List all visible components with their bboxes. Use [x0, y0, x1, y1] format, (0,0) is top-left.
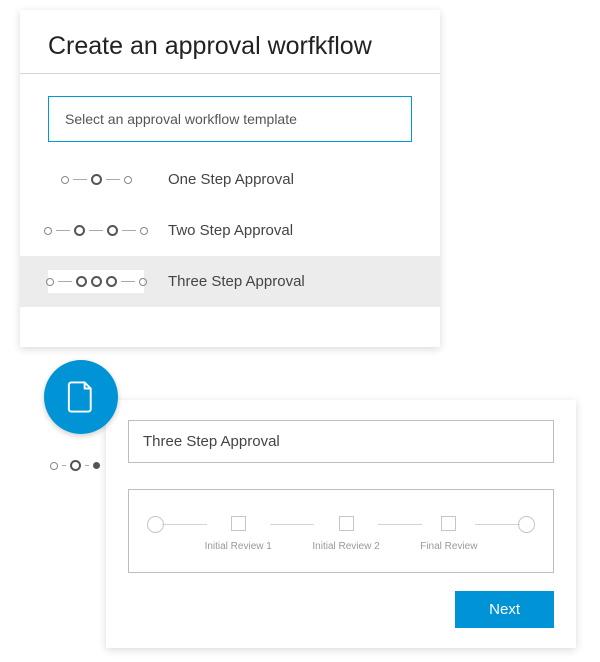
template-picker-card: Create an approval worfkflow Select an a… [20, 10, 440, 347]
one-step-icon [48, 168, 144, 191]
square-icon [441, 516, 456, 531]
workflow-step-label: Initial Review 1 [205, 541, 272, 552]
workflow-step-node: Initial Review 1 [205, 516, 272, 552]
square-icon [231, 516, 246, 531]
file-badge[interactable] [44, 360, 118, 434]
workflow-edge [270, 524, 315, 525]
file-icon [66, 380, 96, 414]
workflow-steps-diagram: Initial Review 1 Initial Review 2 Final … [128, 489, 554, 573]
workflow-edge [162, 524, 207, 525]
square-icon [339, 516, 354, 531]
template-select[interactable]: Select an approval workflow template [48, 96, 412, 142]
workflow-step-node: Initial Review 2 [312, 516, 379, 552]
workflow-edge [378, 524, 423, 525]
circle-icon [518, 516, 535, 533]
workflow-step-label: Initial Review 2 [312, 541, 379, 552]
workflow-step-node: Final Review [420, 516, 477, 552]
template-option-two-step[interactable]: Two Step Approval [20, 205, 440, 256]
template-option-label: Two Step Approval [168, 222, 293, 239]
template-option-label: One Step Approval [168, 171, 294, 188]
template-option-three-step[interactable]: Three Step Approval [20, 256, 440, 307]
workflow-detail-card: Initial Review 1 Initial Review 2 Final … [106, 400, 576, 648]
workflow-title-input[interactable] [128, 420, 554, 463]
three-step-icon [48, 270, 144, 293]
next-button[interactable]: Next [455, 591, 554, 628]
two-step-icon [48, 219, 144, 242]
page-title: Create an approval worfkflow [20, 32, 440, 74]
workflow-start-node [147, 516, 164, 554]
workflow-edge [475, 524, 520, 525]
residual-step-icon [50, 460, 100, 471]
template-select-placeholder: Select an approval workflow template [65, 111, 297, 127]
workflow-end-node [518, 516, 535, 554]
workflow-step-label: Final Review [420, 541, 477, 552]
template-option-label: Three Step Approval [168, 273, 305, 290]
template-option-one-step[interactable]: One Step Approval [20, 154, 440, 205]
